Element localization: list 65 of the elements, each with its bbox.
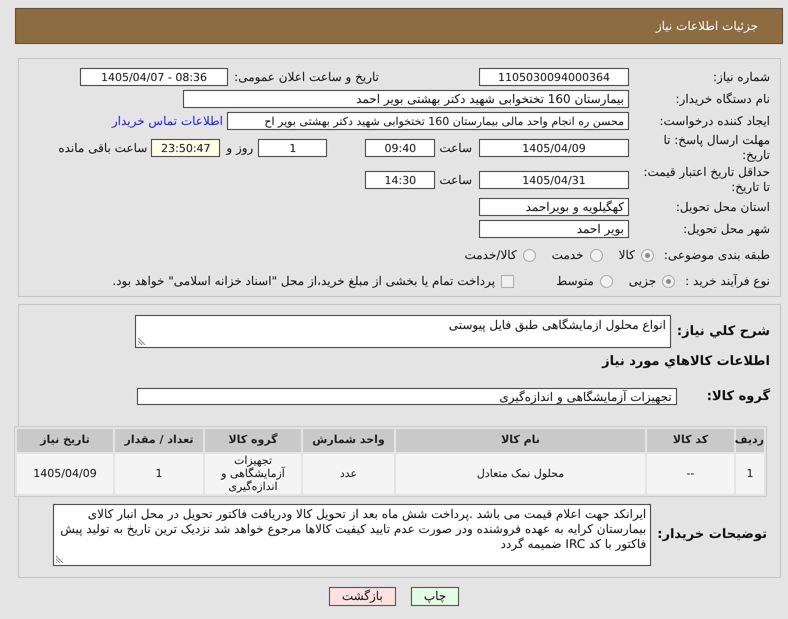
radio-label: کالا/خدمت: [464, 248, 517, 262]
field-label: ساعت: [439, 140, 472, 156]
field-label: ساعت باقی مانده: [58, 140, 148, 156]
table-cell: تجهیزات آزمایشگاهی و اندازه‌گیری: [205, 454, 301, 494]
field-label: شماره نیاز:: [712, 70, 770, 84]
radio-label: متوسط: [556, 274, 594, 288]
table-cell: محلول نمک متعادل: [396, 454, 645, 494]
input-field[interactable]: بویر احمد: [479, 220, 629, 238]
radio-button[interactable]: [600, 274, 613, 288]
resize-grip-icon[interactable]: [138, 337, 146, 345]
text-area[interactable]: انواع محلول ازمایشگاهی طبق فایل پیوستی: [135, 315, 671, 348]
field-label: استان محل تحویل:: [674, 200, 770, 214]
input-field[interactable]: تجهیزات آزمایشگاهی و اندازه‌گیری: [137, 388, 677, 406]
field-label: نام دستگاه خریدار:: [674, 92, 770, 106]
field-label: حداقل تاریخ اعتبار قیمت: تا تاریخ:: [643, 165, 770, 195]
checkbox-label: پرداخت تمام یا بخشی از مبلغ خرید،از محل "اسناد خزانه اسلامی" خواهد بود.: [112, 274, 496, 288]
radio-button[interactable]: [522, 248, 536, 262]
input-field[interactable]: 1405/04/31: [479, 171, 629, 189]
section-label: گروه کالا:: [706, 387, 770, 406]
input-field[interactable]: 1: [258, 139, 328, 157]
input-field[interactable]: 1105030094000364: [479, 68, 629, 86]
input-field[interactable]: محسن ره انجام واحد مالی بیمارستان 160 تختخوابی شهید دکتر بهشتی بویر اح: [227, 112, 629, 130]
table-cell: عدد: [303, 454, 394, 494]
table-header-cell: ردیف: [736, 428, 764, 452]
input-field[interactable]: 14:30: [365, 171, 436, 189]
field-label: مهلت ارسال پاسخ: تا تاریخ:: [662, 133, 770, 163]
header-title: جزئیات اطلاعات نیاز: [656, 18, 758, 35]
table-cell: --: [647, 454, 734, 494]
section-label: توضیحات خریدار:: [657, 526, 767, 544]
field-label: شهر محل تحویل:: [682, 222, 770, 236]
input-field[interactable]: 09:40: [365, 139, 436, 157]
radio-label: کالا: [618, 248, 635, 262]
field-label: تاریخ و ساعت اعلان عمومی:: [234, 70, 379, 84]
table-header-cell: کد کالا: [647, 428, 734, 452]
field-label: ساعت: [439, 172, 472, 188]
table-header-cell: تاریخ نیاز: [17, 428, 113, 452]
input-field[interactable]: 1405/04/07 - 08:36: [80, 68, 228, 86]
resize-grip-icon[interactable]: [56, 554, 64, 562]
text-area[interactable]: ایرانکد جهت اعلام قیمت می باشد .پرداخت شش ماه بعد از تحویل کالا ودریافت فاکتور تحویل در محل انبار کالای بیمارستان کرایه به عهده فروشنده ودر صورت عدم تایید کیفیت کالاها مرجوع خواهد شد نزدیک ترین تاریخ به تولید پیش فاکتور با کد IRC ضمیمه گردد: [53, 504, 652, 566]
back-button[interactable]: بازگشت: [328, 586, 396, 606]
table-cell: 1: [115, 454, 203, 494]
radio-button[interactable]: [640, 248, 654, 262]
checkbox[interactable]: [501, 274, 514, 288]
radio-button[interactable]: [590, 248, 603, 262]
section-title: اطلاعات کالاهاي مورد نياز: [602, 353, 770, 372]
field-label: نوع فرآیند خرید :: [685, 274, 770, 288]
field-label: طبقه بندی موضوعی:: [664, 248, 770, 262]
radio-button[interactable]: [662, 274, 676, 288]
input-field[interactable]: کهگیلویه و بویراحمد: [479, 198, 629, 216]
print-button[interactable]: چاپ: [410, 586, 460, 606]
table-header-cell: نام کالا: [396, 428, 645, 452]
table-header-cell: گروه کالا: [205, 428, 301, 452]
radio-label: خدمت: [552, 248, 584, 262]
table-header-cell: واحد شمارش: [303, 428, 394, 452]
table-cell: 1405/04/09: [17, 454, 113, 494]
input-field[interactable]: بیمارستان 160 تختخوابی شهید دکتر بهشتی بویر احمد: [183, 90, 629, 108]
table-header-cell: تعداد / مقدار: [115, 428, 203, 452]
input-field[interactable]: 1405/04/09: [479, 139, 629, 157]
section-label: شرح کلي نياز:: [676, 322, 770, 341]
contact-link[interactable]: اطلاعات تماس خریدار: [112, 112, 223, 130]
input-field[interactable]: 23:50:47: [151, 139, 220, 157]
table-cell: 1: [736, 454, 764, 494]
field-label: ایجاد کننده درخواست:: [658, 114, 770, 128]
field-label: روز و: [226, 140, 254, 156]
radio-label: جزیی: [628, 274, 656, 288]
